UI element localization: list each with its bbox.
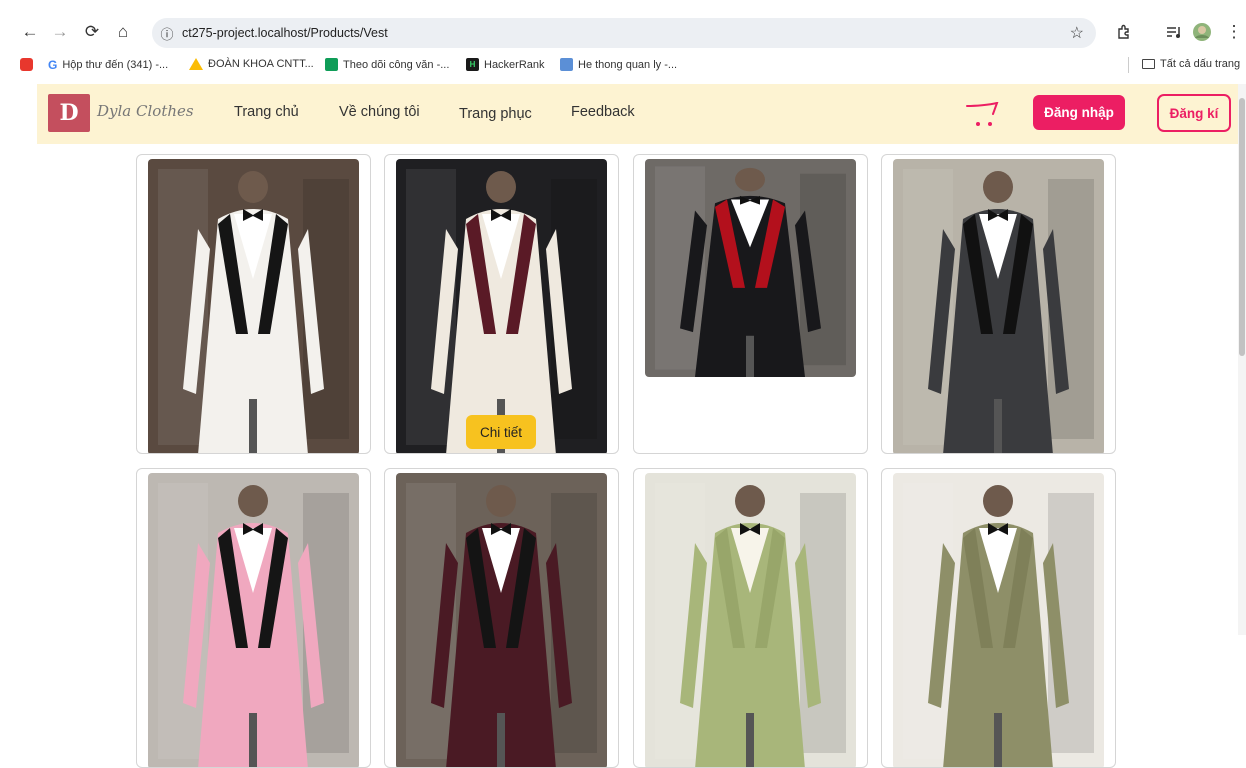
back-arrow-icon[interactable]: ← xyxy=(18,20,42,44)
signup-button[interactable]: Đăng kí xyxy=(1157,94,1231,132)
profile-avatar[interactable] xyxy=(1190,20,1214,44)
product-card[interactable] xyxy=(633,154,868,454)
product-image[interactable] xyxy=(645,473,856,767)
sheets-icon xyxy=(325,58,338,71)
google-icon: G xyxy=(48,58,58,72)
product-image[interactable] xyxy=(396,473,607,767)
product-card[interactable] xyxy=(136,468,371,768)
bookmark-label: He thong quan ly -... xyxy=(578,58,678,71)
product-image[interactable] xyxy=(148,159,359,453)
nav-home[interactable]: Trang chủ xyxy=(234,104,299,120)
hackerrank-icon: H xyxy=(466,58,479,71)
bookmark-item[interactable]: ĐOÀN KHOA CNTT... xyxy=(189,58,314,70)
bookmark-label: Hộp thư đến (341) -... xyxy=(62,59,169,71)
product-card[interactable] xyxy=(136,154,371,454)
product-image[interactable] xyxy=(645,159,856,377)
address-bar[interactable]: ⓘ ct275-project.localhost/Products/Vest … xyxy=(152,18,1096,48)
bookmark-label: HackerRank xyxy=(484,58,545,71)
cart-icon[interactable] xyxy=(965,101,999,128)
bookmark-item[interactable] xyxy=(20,58,33,71)
bookmarks-divider xyxy=(1128,57,1129,73)
bookmark-item[interactable]: Theo dõi công văn -... xyxy=(325,58,449,71)
bookmark-label: Theo dõi công văn -... xyxy=(343,58,450,71)
menu-kebab-icon[interactable]: ⋮ xyxy=(1222,20,1246,44)
product-image[interactable] xyxy=(396,159,607,453)
product-card[interactable] xyxy=(881,468,1116,768)
home-icon[interactable]: ⌂ xyxy=(111,20,135,44)
bookmarks-bar: G Hộp thư đến (341) -... ĐOÀN KHOA CNTT..… xyxy=(0,55,1246,77)
product-card[interactable] xyxy=(384,468,619,768)
login-button[interactable]: Đăng nhập xyxy=(1033,95,1125,130)
folder-icon xyxy=(1142,59,1155,69)
product-image[interactable] xyxy=(148,473,359,767)
product-image[interactable] xyxy=(893,473,1104,767)
bookmark-item[interactable]: G Hộp thư đến (341) -... xyxy=(48,58,168,72)
site-logo-text[interactable]: Dyla Clothes xyxy=(97,102,194,120)
nav-about[interactable]: Về chúng tôi xyxy=(339,104,420,120)
bookmark-label: ĐOÀN KHOA CNTT... xyxy=(208,58,314,70)
scrollbar-thumb[interactable] xyxy=(1239,98,1245,356)
google-drive-icon xyxy=(189,58,203,70)
browser-chrome: ← → ⟳ ⌂ ⓘ ct275-project.localhost/Produc… xyxy=(0,0,1246,84)
system-icon xyxy=(560,58,573,71)
product-card[interactable] xyxy=(633,468,868,768)
bookmark-item[interactable]: H HackerRank xyxy=(466,58,545,71)
url-text: ct275-project.localhost/Products/Vest xyxy=(182,26,388,40)
site-navbar: D Dyla Clothes Trang chủ Về chúng tôi Tr… xyxy=(37,84,1246,144)
site-info-icon[interactable]: ⓘ xyxy=(152,24,182,43)
page-scrollbar[interactable] xyxy=(1238,84,1246,635)
bookmark-star-icon[interactable]: ☆ xyxy=(1070,23,1084,43)
site-logo[interactable]: D xyxy=(48,94,90,132)
reading-list-icon[interactable] xyxy=(1162,20,1186,44)
product-card[interactable]: Chi tiết xyxy=(384,154,619,454)
all-bookmarks-button[interactable]: Tất cả dấu trang xyxy=(1142,58,1240,70)
product-card[interactable] xyxy=(881,154,1116,454)
bookmark-item[interactable]: He thong quan ly -... xyxy=(560,58,677,71)
detail-button[interactable]: Chi tiết xyxy=(466,415,536,449)
office-app-icon xyxy=(20,58,33,71)
reload-icon[interactable]: ⟳ xyxy=(80,20,104,44)
nav-feedback[interactable]: Feedback xyxy=(571,104,635,120)
all-bookmarks-label: Tất cả dấu trang xyxy=(1160,58,1241,70)
browser-toolbar: ← → ⟳ ⌂ ⓘ ct275-project.localhost/Produc… xyxy=(0,14,1246,50)
extensions-icon[interactable] xyxy=(1112,20,1136,44)
nav-clothing[interactable]: Trang phục xyxy=(459,106,532,122)
product-image[interactable] xyxy=(893,159,1104,453)
forward-arrow-icon[interactable]: → xyxy=(48,20,72,44)
